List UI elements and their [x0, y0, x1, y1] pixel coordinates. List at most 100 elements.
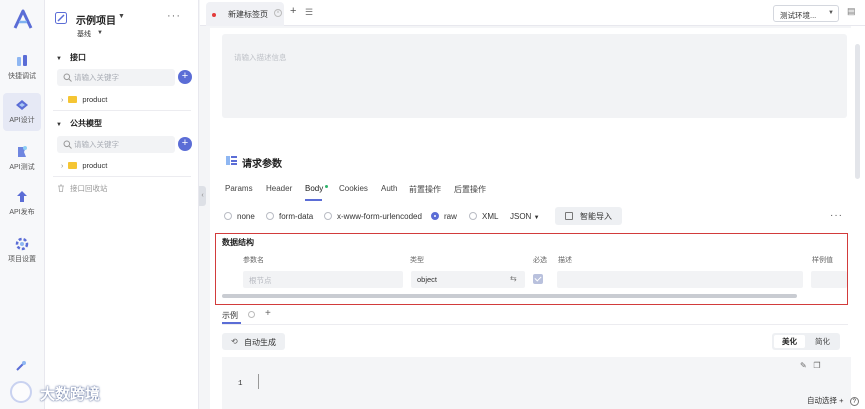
add-tab-button[interactable]: + — [290, 5, 296, 17]
caret-down-icon[interactable]: ▼ — [97, 30, 103, 36]
copy-icon[interactable]: ❐ — [813, 361, 820, 370]
app-window: 快捷调试 API设计 API测试 API发布 项目设置 示例项目 ▼ ··· 基… — [0, 0, 865, 409]
add-interface-button[interactable]: + — [178, 70, 192, 84]
project-more-button[interactable]: ··· — [167, 10, 181, 22]
type-options-icon: ⇆ — [510, 274, 517, 283]
add-model-button[interactable]: + — [178, 137, 192, 151]
tab-cookies[interactable]: Cookies — [339, 184, 368, 193]
tab-header[interactable]: Header — [266, 184, 292, 193]
description-textarea[interactable]: 请输入描述信息 — [222, 34, 847, 118]
description-field[interactable] — [557, 271, 803, 288]
section-interfaces[interactable]: ▼ 接口 — [56, 52, 86, 63]
tab-list-icon[interactable]: ☰ — [305, 7, 313, 18]
rail-item-project-settings[interactable]: 项目设置 — [3, 232, 41, 270]
branch-selector[interactable]: 基线 — [77, 29, 91, 39]
refresh-icon: ⟲ — [231, 337, 238, 346]
radio-label: form-data — [279, 212, 314, 221]
tab-auth[interactable]: Auth — [381, 184, 397, 193]
rail-label: 项目设置 — [8, 256, 36, 263]
radio-circle — [224, 212, 232, 220]
recycle-label: 接口回收站 — [70, 184, 108, 193]
close-icon[interactable]: × — [274, 9, 282, 17]
params-icon — [226, 156, 237, 165]
add-button[interactable]: + — [839, 396, 843, 405]
radio-urlencoded[interactable]: x-www-form-urlencoded — [324, 212, 422, 221]
param-name-field[interactable]: 根节点 — [243, 271, 403, 288]
radio-none[interactable]: none — [224, 212, 255, 221]
compact-button[interactable]: 简化 — [807, 335, 838, 348]
environment-settings-icon[interactable]: ▤ — [847, 6, 856, 17]
line-number: 1 — [238, 380, 243, 388]
code-editor[interactable]: ✎ ❐ 1 — [222, 357, 852, 409]
radio-form-data[interactable]: form-data — [266, 212, 313, 221]
project-sidebar: 示例项目 ▼ ··· 基线 ▼ ▼ 接口 + › product ▼ 公共模型 — [45, 0, 199, 409]
type-select[interactable]: object ⇆ — [411, 271, 525, 288]
tab-label: Body — [305, 184, 324, 193]
collapse-icon[interactable]: ▼ — [56, 56, 62, 62]
watermark-text: 大数跨境 — [40, 386, 101, 403]
auto-generate-label: 自动生成 — [244, 338, 276, 347]
search-box[interactable] — [57, 69, 175, 86]
radio-raw[interactable]: raw — [431, 212, 457, 221]
api-test-icon — [18, 146, 27, 157]
search-box[interactable] — [57, 136, 175, 153]
tab-pre-ops[interactable]: 前置操作 — [409, 184, 441, 195]
trash-icon — [58, 184, 64, 192]
help-icon[interactable]: ? — [849, 397, 859, 406]
vertical-scrollbar-track — [851, 26, 865, 409]
sidebar-collapse-handle[interactable]: ‹ — [199, 186, 206, 206]
horizontal-scrollbar[interactable] — [222, 294, 797, 298]
smart-import-button[interactable]: 智能导入 — [555, 207, 622, 225]
environment-select[interactable]: 测试环境... ▼ — [773, 5, 839, 22]
tab-label: 新建标签页 — [228, 10, 268, 19]
tab-new[interactable]: 新建标签页 × — [206, 2, 284, 26]
edit-icon[interactable]: ✎ — [800, 361, 807, 370]
folder-icon — [68, 162, 78, 169]
rail-item-api-design[interactable]: API设计 — [3, 93, 41, 131]
tools-icon[interactable] — [15, 360, 27, 372]
search-input[interactable] — [74, 136, 172, 153]
radio-circle-selected — [431, 212, 439, 220]
format-select[interactable]: JSON ▼ — [510, 212, 540, 221]
tree-item-folder[interactable]: › product — [61, 161, 107, 170]
tree-item-folder[interactable]: › product — [61, 95, 107, 104]
rail-item-api-publish[interactable]: API发布 — [3, 185, 41, 223]
auto-select-label[interactable]: 自动选择 — [807, 396, 837, 405]
more-options-button[interactable]: ··· — [830, 210, 843, 221]
tab-example[interactable]: 示例 — [222, 310, 238, 321]
sample-value-field[interactable] — [811, 271, 847, 288]
radio-xml[interactable]: XML — [469, 212, 498, 221]
add-example-button[interactable]: + — [265, 308, 271, 319]
divider — [53, 176, 191, 177]
beautify-button[interactable]: 美化 — [774, 335, 805, 348]
tab-post-ops[interactable]: 后置操作 — [454, 184, 486, 195]
description-card: 请输入描述信息 — [210, 28, 858, 146]
nav-rail: 快捷调试 API设计 API测试 API发布 项目设置 — [0, 0, 45, 409]
body-type-group: none form-data x-www-form-urlencoded raw… — [224, 207, 854, 226]
tab-params[interactable]: Params — [225, 184, 253, 193]
app-logo-icon — [13, 9, 33, 29]
active-tab-indicator — [305, 199, 322, 201]
rail-item-api-test[interactable]: API测试 — [3, 140, 41, 178]
collapse-icon[interactable]: ▼ — [56, 122, 62, 128]
divider — [53, 110, 191, 111]
project-icon — [55, 12, 67, 24]
required-checkbox[interactable] — [533, 274, 543, 284]
vertical-scrollbar-thumb[interactable] — [855, 44, 860, 179]
auto-generate-button[interactable]: ⟲ 自动生成 — [222, 333, 285, 350]
status-dot-icon — [325, 185, 329, 188]
type-value: object — [417, 275, 438, 284]
section-common-models[interactable]: ▼ 公共模型 — [56, 118, 102, 129]
recycle-bin[interactable]: 接口回收站 — [57, 183, 108, 194]
radio-circle — [469, 212, 477, 220]
chevron-right-icon[interactable]: › — [61, 97, 63, 104]
caret-down-icon[interactable]: ▼ — [118, 13, 125, 20]
chevron-right-icon[interactable]: › — [61, 163, 63, 170]
rail-item-quick-debug[interactable]: 快捷调试 — [3, 49, 41, 87]
quick-debug-icon — [17, 55, 27, 66]
folder-icon — [68, 96, 78, 103]
example-settings-icon[interactable] — [248, 311, 255, 318]
search-input[interactable] — [74, 69, 172, 86]
project-name[interactable]: 示例项目 — [76, 12, 116, 27]
tab-body[interactable]: Body — [305, 184, 329, 193]
